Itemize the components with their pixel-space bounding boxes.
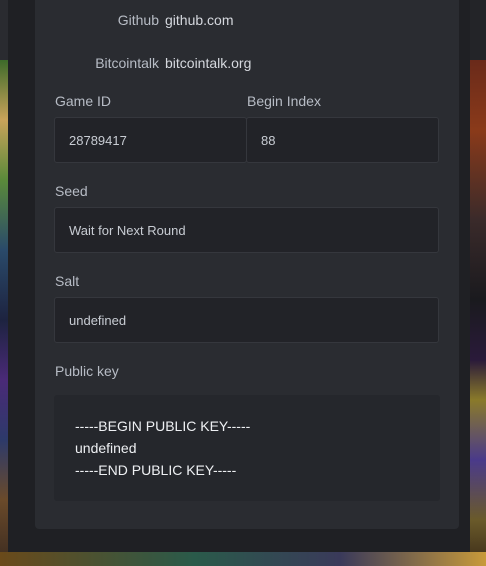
- bitcointalk-link[interactable]: bitcointalk.org: [165, 55, 251, 71]
- seed-field[interactable]: Wait for Next Round: [54, 207, 439, 253]
- public-key-box[interactable]: -----BEGIN PUBLIC KEY----- undefined ---…: [54, 395, 440, 501]
- public-key-begin-line: -----BEGIN PUBLIC KEY-----: [75, 418, 251, 434]
- salt-field[interactable]: undefined: [54, 297, 439, 343]
- verify-modal: Github github.com Bitcointalk bitcointal…: [8, 0, 470, 552]
- github-link[interactable]: github.com: [165, 12, 233, 28]
- game-id-label: Game ID: [55, 93, 112, 109]
- begin-index-label: Begin Index: [247, 93, 321, 109]
- seed-label: Seed: [55, 183, 88, 199]
- public-key-label: Public key: [55, 363, 119, 379]
- github-label: Github: [117, 12, 159, 28]
- background-bottom-strip: [0, 552, 486, 566]
- fairness-panel: Github github.com Bitcointalk bitcointal…: [35, 0, 459, 529]
- salt-label: Salt: [55, 273, 80, 289]
- bitcointalk-label: Bitcointalk: [95, 55, 159, 71]
- begin-index-field[interactable]: 88: [246, 117, 439, 163]
- public-key-value-line: undefined: [75, 440, 137, 456]
- public-key-end-line: -----END PUBLIC KEY-----: [75, 462, 237, 478]
- game-id-field[interactable]: 28789417: [54, 117, 247, 163]
